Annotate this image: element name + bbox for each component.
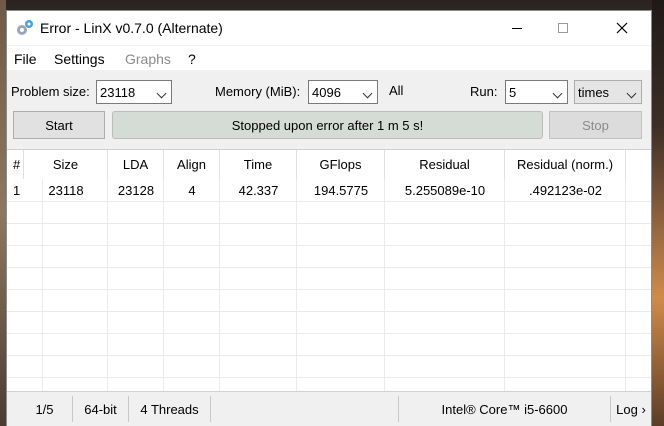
- gears-icon: [17, 20, 33, 35]
- stop-button[interactable]: Stop: [549, 111, 642, 139]
- grid-line: [7, 311, 651, 312]
- grid-line: [163, 179, 164, 392]
- chevron-down-icon: [552, 88, 563, 99]
- cell-size: 23118: [48, 182, 84, 198]
- menu-bar: File Settings Graphs ?: [7, 46, 651, 70]
- menu-file[interactable]: File: [14, 51, 37, 67]
- memory-all-button[interactable]: All: [389, 83, 403, 98]
- minimize-button[interactable]: [494, 11, 540, 45]
- window-title: Error - LinX v0.7.0 (Alternate): [40, 20, 223, 36]
- grid-line: [384, 179, 385, 392]
- grid-line: [7, 289, 651, 290]
- menu-settings[interactable]: Settings: [54, 51, 105, 67]
- problem-size-value: 23118: [100, 85, 136, 100]
- status-arch: 64-bit: [73, 396, 129, 422]
- cell-time: 42.337: [238, 182, 279, 198]
- grid-line: [7, 377, 651, 378]
- grid-line: [7, 223, 651, 224]
- status-cpu: Intel® Core™ i5-6600: [399, 396, 611, 422]
- status-spacer: [211, 396, 399, 422]
- col-align[interactable]: Align: [164, 150, 220, 179]
- run-unit-value: times: [578, 85, 610, 100]
- chevron-down-icon: [156, 88, 167, 99]
- maximize-icon: [558, 23, 568, 33]
- memory-combo[interactable]: 4096: [308, 80, 378, 104]
- col-time[interactable]: Time: [220, 150, 297, 179]
- grid-line: [625, 179, 626, 392]
- grid-line: [7, 267, 651, 268]
- close-button[interactable]: [599, 11, 645, 45]
- problem-size-label: Problem size:: [11, 84, 90, 99]
- run-count-value: 5: [509, 85, 517, 100]
- cell-lda: 23128: [117, 182, 155, 198]
- grid-line: [296, 179, 297, 392]
- cell-gflops: 194.5775: [313, 182, 369, 198]
- cell-residual-norm: .492123e-02: [528, 182, 602, 198]
- toolbar: Problem size: 23118 Memory (MiB): 4096 A…: [7, 70, 651, 152]
- grid-line: [7, 333, 651, 334]
- menu-help[interactable]: ?: [188, 51, 196, 67]
- chevron-down-icon: [362, 88, 373, 99]
- grid-line: [504, 179, 505, 392]
- status-progress: 1/5: [17, 396, 73, 422]
- run-count-combo[interactable]: 5: [505, 80, 568, 104]
- grid-line: [7, 201, 651, 202]
- grid-line: [219, 179, 220, 392]
- start-button[interactable]: Start: [13, 111, 105, 139]
- problem-size-combo[interactable]: 23118: [96, 80, 172, 104]
- status-bar: 1/5 64-bit 4 Threads Intel® Core™ i5-660…: [7, 391, 651, 426]
- col-index[interactable]: #: [7, 150, 24, 179]
- col-size[interactable]: Size: [24, 150, 108, 179]
- grid-line: [42, 179, 43, 392]
- cell-align: 4: [188, 182, 196, 198]
- table-header: # Size LDA Align Time GFlops Residual Re…: [7, 150, 651, 179]
- grid-line: [107, 179, 108, 392]
- memory-label: Memory (MiB):: [215, 84, 301, 99]
- memory-value: 4096: [312, 85, 341, 100]
- maximize-button[interactable]: [540, 11, 586, 45]
- results-table: # Size LDA Align Time GFlops Residual Re…: [7, 149, 651, 392]
- desktop-background-right: [652, 0, 664, 426]
- status-threads: 4 Threads: [129, 396, 211, 422]
- grid-line: [7, 355, 651, 356]
- chevron-down-icon: [626, 88, 637, 99]
- col-residual-norm[interactable]: Residual (norm.): [505, 150, 626, 179]
- col-gflops[interactable]: GFlops: [297, 150, 385, 179]
- app-window: Error - LinX v0.7.0 (Alternate) File Set…: [6, 10, 652, 426]
- minimize-icon: [512, 27, 522, 29]
- col-residual[interactable]: Residual: [385, 150, 505, 179]
- close-icon: [616, 22, 628, 34]
- run-unit-combo[interactable]: times: [574, 80, 642, 104]
- title-bar[interactable]: Error - LinX v0.7.0 (Alternate): [7, 11, 651, 45]
- col-lda[interactable]: LDA: [108, 150, 164, 179]
- run-label: Run:: [470, 84, 498, 99]
- log-button[interactable]: Log ›: [611, 396, 651, 422]
- run-status-message: Stopped upon error after 1 m 5 s!: [112, 111, 543, 139]
- grid-line: [7, 245, 651, 246]
- menu-graphs[interactable]: Graphs: [125, 51, 171, 67]
- cell-residual: 5.255089e-10: [404, 182, 486, 198]
